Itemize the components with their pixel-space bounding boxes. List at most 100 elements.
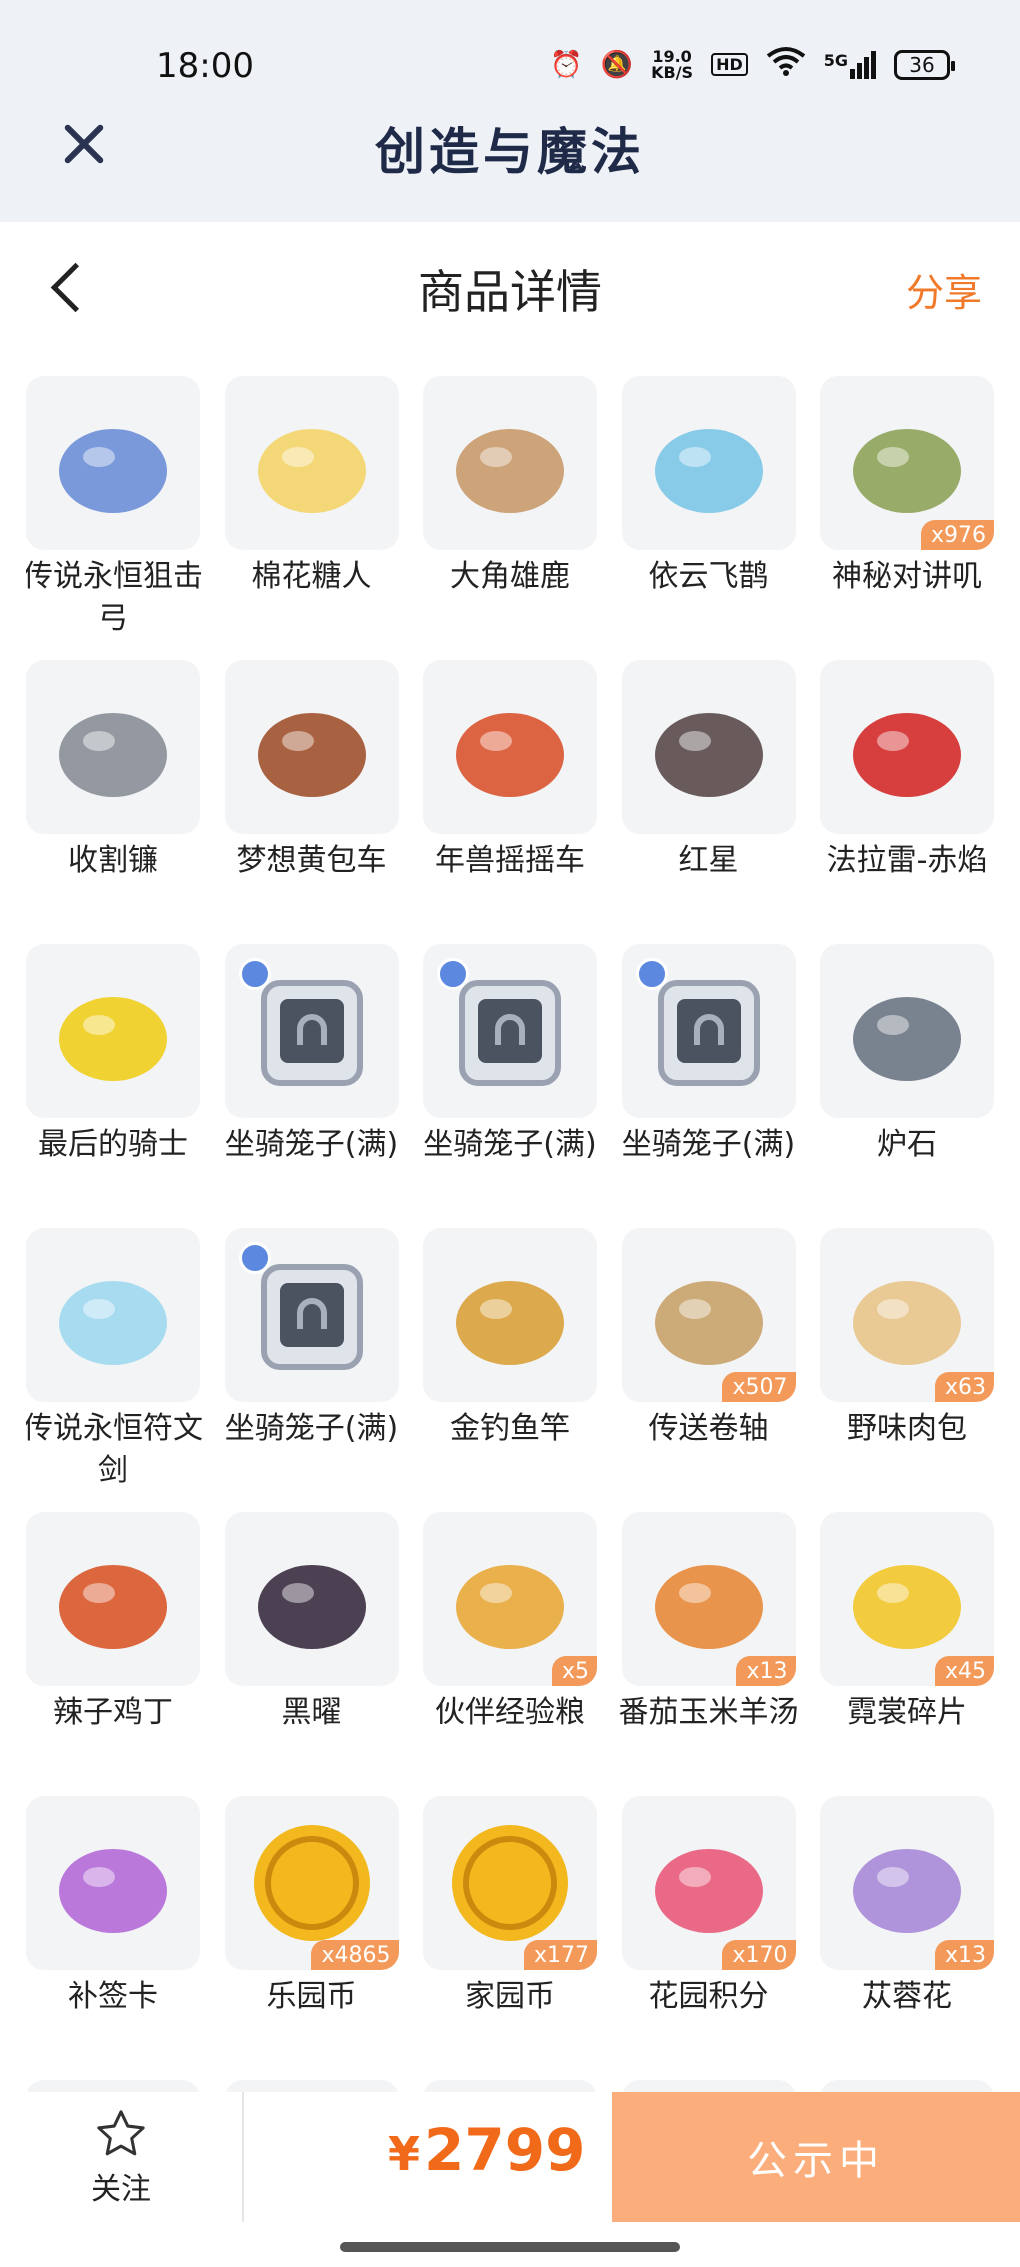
status-icons: ⏰ 🔕 19.0 KB/S HD 5G 36 — [550, 46, 955, 83]
follow-button[interactable]: 关注 — [0, 2092, 242, 2222]
item-name: 最后的骑士 — [38, 1127, 188, 1162]
item-thumbnail — [224, 1228, 399, 1402]
item-thumbnail: x4865 — [224, 1796, 399, 1970]
item-name: 坐骑笼子(满) — [423, 1127, 597, 1162]
item-card[interactable]: x13 苁蓉花 — [820, 1796, 994, 2080]
item-card[interactable]: x4865 乐园币 — [224, 1796, 399, 2080]
price-value: 2799 — [424, 2116, 586, 2184]
item-card[interactable]: 大角雄鹿 — [423, 376, 597, 660]
yellow-car-icon — [59, 997, 167, 1081]
item-quantity: x13 — [934, 1940, 994, 1970]
item-card[interactable]: 梦想黄包车 — [224, 660, 399, 944]
item-name: 依云飞鹊 — [648, 559, 769, 594]
coin-icon — [452, 1825, 568, 1941]
item-quantity: x4865 — [311, 1940, 399, 1970]
price: ¥2799 — [388, 2116, 585, 2184]
share-button[interactable]: 分享 — [906, 262, 982, 317]
chicken-dish-icon — [59, 1565, 167, 1649]
item-card[interactable]: 传说永恒狙击弓 — [26, 376, 203, 660]
item-name: 传送卷轴 — [648, 1411, 769, 1446]
status-button[interactable]: 公示中 — [612, 2092, 1020, 2222]
item-card[interactable]: x170 花园积分 — [621, 1796, 796, 2080]
item-name: 补签卡 — [68, 1979, 158, 2014]
item-card[interactable]: x63 野味肉包 — [820, 1228, 994, 1512]
item-card[interactable]: x45 霓裳碎片 — [820, 1512, 994, 1796]
item-card[interactable]: 辣子鸡丁 — [26, 1512, 200, 1796]
walkie-bird-icon — [853, 429, 961, 513]
item-name: 传说永恒符文剑 — [26, 1411, 203, 1488]
rune-sword-icon — [59, 1281, 167, 1365]
coin-icon — [253, 1825, 370, 1941]
item-card[interactable]: 金钓鱼竿 — [423, 1228, 597, 1512]
item-name: 坐骑笼子(满) — [621, 1127, 796, 1162]
item-name: 传说永恒狙击弓 — [26, 559, 203, 636]
alarm-icon: ⏰ — [550, 49, 583, 80]
item-card[interactable]: 黑曜 — [224, 1512, 399, 1796]
item-card[interactable]: 依云飞鹊 — [621, 376, 796, 660]
item-name: 炉石 — [877, 1127, 937, 1162]
battery-icon: 36 — [894, 49, 955, 80]
mute-icon: 🔕 — [600, 49, 634, 80]
item-card[interactable]: 坐骑笼子(满) — [224, 944, 399, 1228]
scroll-icon — [654, 1281, 763, 1365]
bound-badge-icon — [238, 1242, 271, 1274]
item-card[interactable]: 坐骑笼子(满) — [423, 944, 597, 1228]
sickle-icon — [59, 713, 167, 797]
shirt-icon — [853, 1565, 961, 1649]
item-thumbnail — [224, 944, 399, 1118]
item-card[interactable]: 法拉雷-赤焰 — [820, 660, 994, 944]
item-name: 棉花糖人 — [251, 559, 372, 594]
item-card[interactable]: x976 神秘对讲叽 — [820, 376, 994, 660]
item-card[interactable]: 炉石 — [820, 944, 994, 1228]
bound-badge-icon — [635, 958, 668, 990]
item-thumbnail — [26, 1796, 200, 1970]
cell-signal-icon: 5G — [823, 50, 876, 79]
home-indicator[interactable] — [340, 2242, 680, 2252]
item-quantity: x45 — [934, 1656, 994, 1686]
marshmallow-creature-icon — [257, 429, 366, 513]
wifi-icon — [766, 46, 806, 83]
item-card[interactable]: 棉花糖人 — [224, 376, 399, 660]
item-thumbnail — [224, 660, 399, 834]
item-name: 家园币 — [465, 1979, 555, 2014]
bound-badge-icon — [437, 958, 469, 990]
item-thumbnail: x5 — [423, 1512, 597, 1686]
item-thumbnail — [621, 376, 796, 550]
item-card[interactable]: x507 传送卷轴 — [621, 1228, 796, 1512]
item-card[interactable]: 坐骑笼子(满) — [621, 944, 796, 1228]
item-card[interactable]: x5 伙伴经验粮 — [423, 1512, 597, 1796]
item-name: 大角雄鹿 — [450, 559, 570, 594]
item-name: 野味肉包 — [847, 1411, 967, 1446]
item-card[interactable]: 红星 — [621, 660, 796, 944]
item-thumbnail — [621, 944, 796, 1118]
item-card[interactable]: x177 家园币 — [423, 1796, 597, 2080]
item-card[interactable]: 补签卡 — [26, 1796, 200, 2080]
ticket-icon — [59, 1849, 167, 1933]
item-thumbnail: x976 — [820, 376, 994, 550]
hd-icon: HD — [711, 53, 748, 76]
item-card[interactable]: 年兽摇摇车 — [423, 660, 597, 944]
item-card[interactable]: 传说永恒符文剑 — [26, 1228, 203, 1512]
hearthstone-icon — [853, 997, 961, 1081]
item-name: 神秘对讲叽 — [832, 559, 982, 594]
item-card[interactable]: x13 番茄玉米羊汤 — [619, 1512, 799, 1796]
item-card[interactable]: 坐骑笼子(满) — [224, 1228, 399, 1512]
item-name: 黑曜 — [281, 1695, 342, 1730]
item-thumbnail — [26, 944, 200, 1118]
item-card[interactable]: 最后的骑士 — [26, 944, 200, 1228]
fishing-rod-icon — [456, 1281, 564, 1365]
deer-icon — [456, 429, 564, 513]
divider — [242, 2092, 244, 2222]
item-name: 红星 — [678, 843, 739, 878]
black-car-icon — [257, 1565, 366, 1649]
item-quantity: x177 — [523, 1940, 597, 1970]
app-title: 创造与魔法 — [375, 122, 645, 181]
item-thumbnail: x13 — [621, 1512, 796, 1686]
item-name: 法拉雷-赤焰 — [826, 843, 988, 878]
item-quantity: x976 — [920, 520, 994, 550]
signal-label: 5G — [823, 50, 848, 70]
item-card[interactable]: 收割镰 — [26, 660, 200, 944]
item-thumbnail — [423, 660, 597, 834]
item-quantity: x507 — [722, 1372, 796, 1402]
item-name: 年兽摇摇车 — [435, 843, 585, 878]
